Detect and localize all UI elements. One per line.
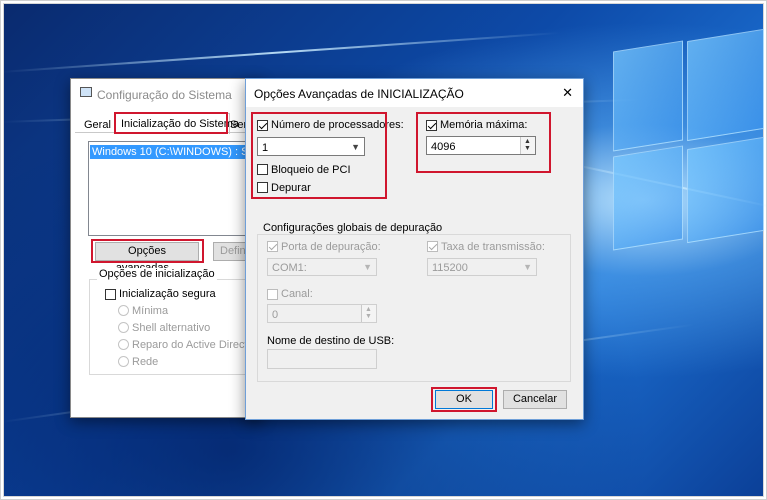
safe-boot-checkbox[interactable] [105, 289, 116, 300]
debug-settings-group-title: Configurações globais de depuração [261, 222, 445, 234]
safe-boot-label: Inicialização segura [119, 288, 216, 300]
debug-port-value: COM1: [272, 262, 307, 274]
chevron-down-icon: ▼ [363, 262, 372, 272]
monitor-icon [80, 87, 92, 97]
radio-network-label: Rede [132, 356, 159, 368]
arrow-down-icon[interactable]: ▼ [365, 313, 372, 320]
arrow-up-icon[interactable]: ▲ [365, 306, 372, 313]
baud-rate-select[interactable]: 115200 ▼ [427, 258, 537, 276]
highlight-advanced-button [91, 239, 204, 263]
windows-logo-pane [613, 40, 683, 152]
highlight-processors-box [251, 112, 387, 199]
radio-ad-repair-label: Reparo do Active Directory [132, 339, 263, 351]
advanced-dialog-title: Opções Avançadas de INICIALIZAÇÃO [254, 87, 464, 101]
system-config-window: Configuração do Sistema Geral Inicializa… [70, 78, 275, 418]
highlight-ok-button [431, 387, 497, 412]
cancel-button[interactable]: Cancelar [503, 390, 567, 409]
cancel-label: Cancelar [512, 393, 558, 405]
radio-alternate-shell-label: Shell alternativo [132, 322, 211, 334]
baud-rate-value: 115200 [432, 262, 468, 274]
system-config-title: Configuração do Sistema [97, 88, 232, 102]
channel-checkbox[interactable] [267, 289, 278, 300]
radio-network[interactable] [118, 356, 129, 367]
channel-label: Canal: [281, 288, 313, 300]
radio-alternate-shell[interactable] [118, 322, 129, 333]
radio-minimal-label: Mínima [132, 305, 169, 317]
highlight-boot-tab [114, 112, 228, 134]
baud-rate-label: Taxa de transmissão: [441, 241, 545, 253]
windows-logo-pane [687, 136, 764, 244]
usb-target-input[interactable] [267, 349, 377, 369]
boot-entry-selected[interactable]: Windows 10 (C:\WINDOWS) : Sistem [90, 145, 275, 159]
channel-spinner[interactable]: ▲ ▼ [361, 305, 376, 322]
advanced-titlebar[interactable]: Opções Avançadas de INICIALIZAÇÃO ✕ [246, 79, 583, 107]
baud-rate-checkbox[interactable] [427, 241, 438, 252]
system-config-titlebar[interactable]: Configuração do Sistema [71, 79, 261, 107]
debug-port-label: Porta de depuração: [281, 241, 381, 253]
light-beam [1, 31, 560, 73]
boot-entries-list[interactable]: Windows 10 (C:\WINDOWS) : Sistem [88, 141, 275, 236]
channel-input[interactable]: 0 ▲ ▼ [267, 304, 377, 323]
usb-target-label: Nome de destino de USB: [267, 335, 395, 347]
debug-port-checkbox[interactable] [267, 241, 278, 252]
chevron-down-icon: ▼ [523, 262, 532, 272]
tab-general-label: Geral [84, 119, 111, 131]
radio-ad-repair[interactable] [118, 339, 129, 350]
debug-port-select[interactable]: COM1: ▼ [267, 258, 377, 276]
channel-value: 0 [272, 309, 279, 321]
radio-minimal[interactable] [118, 305, 129, 316]
close-icon[interactable]: ✕ [562, 85, 573, 101]
windows-logo-pane [687, 28, 764, 142]
highlight-memory-box [416, 112, 551, 173]
boot-options-group-title: Opções de inicialização [97, 268, 217, 280]
windows-logo-pane [613, 145, 683, 251]
advanced-boot-options-dialog: Opções Avançadas de INICIALIZAÇÃO ✕ Núme… [245, 78, 584, 420]
